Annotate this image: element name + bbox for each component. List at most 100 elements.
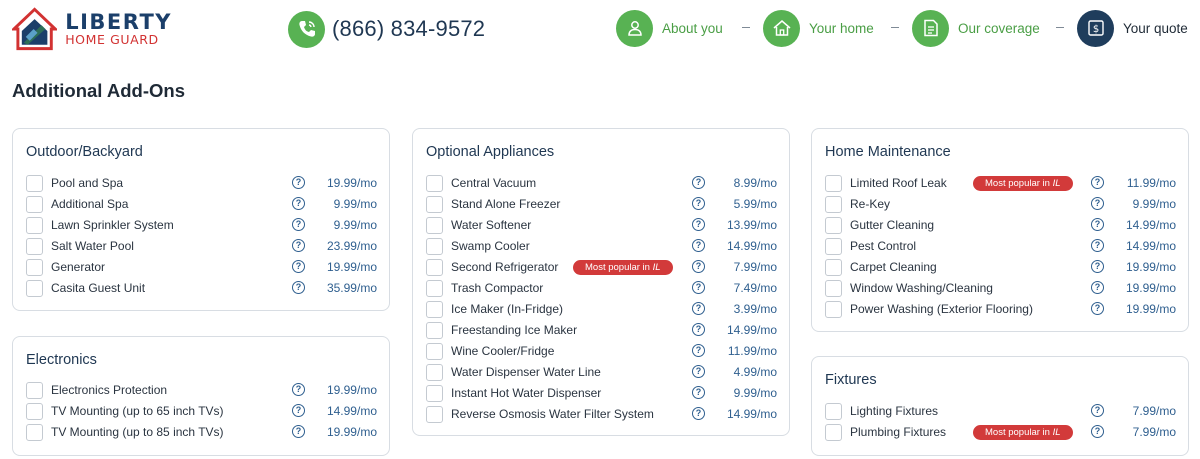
addon-row[interactable]: Central Vacuum? 8.99/mo — [426, 175, 777, 193]
help-icon[interactable]: ? — [1091, 239, 1104, 252]
addon-row[interactable]: Plumbing Fixtures Most popular in IL? 7.99… — [825, 424, 1176, 442]
help-icon[interactable]: ? — [692, 365, 705, 378]
help-icon[interactable]: ? — [292, 383, 305, 396]
addon-checkbox[interactable] — [426, 364, 443, 381]
help-icon[interactable]: ? — [692, 281, 705, 294]
help-icon[interactable]: ? — [1091, 176, 1104, 189]
help-icon[interactable]: ? — [292, 218, 305, 231]
addon-checkbox[interactable] — [825, 196, 842, 213]
help-icon[interactable]: ? — [1091, 281, 1104, 294]
addon-checkbox[interactable] — [426, 280, 443, 297]
help-icon[interactable]: ? — [292, 239, 305, 252]
addon-row[interactable]: Water Softener? 13.99/mo — [426, 217, 777, 235]
addon-checkbox[interactable] — [426, 238, 443, 255]
addon-checkbox[interactable] — [426, 196, 443, 213]
addon-row[interactable]: Limited Roof Leak Most popular in IL? 11.9… — [825, 175, 1176, 193]
addon-checkbox[interactable] — [26, 403, 43, 420]
addon-row[interactable]: Casita Guest Unit? 35.99/mo — [26, 280, 377, 298]
addon-checkbox[interactable] — [426, 406, 443, 423]
step-your-home[interactable]: Your home — [763, 9, 874, 47]
addon-row[interactable]: Second Refrigerator Most popular in IL? 7.… — [426, 259, 777, 277]
addon-row[interactable]: Ice Maker (In-Fridge)? 3.99/mo — [426, 301, 777, 319]
addon-checkbox[interactable] — [825, 403, 842, 420]
help-icon[interactable]: ? — [292, 404, 305, 417]
help-icon[interactable]: ? — [692, 344, 705, 357]
help-icon[interactable]: ? — [292, 281, 305, 294]
addon-checkbox[interactable] — [26, 424, 43, 441]
help-icon[interactable]: ? — [692, 407, 705, 420]
addon-checkbox[interactable] — [26, 280, 43, 297]
help-icon[interactable]: ? — [692, 260, 705, 273]
help-icon[interactable]: ? — [1091, 404, 1104, 417]
liberty-home-guard-logo[interactable]: LIBERTY HOME GUARD — [12, 7, 172, 51]
addon-row[interactable]: Lawn Sprinkler System? 9.99/mo — [26, 217, 377, 235]
addon-row[interactable]: Pool and Spa? 19.99/mo — [26, 175, 377, 193]
addon-row[interactable]: Instant Hot Water Dispenser? 9.99/mo — [426, 385, 777, 403]
help-icon[interactable]: ? — [1091, 425, 1104, 438]
addon-checkbox[interactable] — [26, 382, 43, 399]
addon-row[interactable]: Freestanding Ice Maker? 14.99/mo — [426, 322, 777, 340]
addon-checkbox[interactable] — [825, 424, 842, 441]
addon-row[interactable]: Electronics Protection? 19.99/mo — [26, 382, 377, 400]
help-icon[interactable]: ? — [692, 302, 705, 315]
house-icon — [763, 9, 800, 47]
addon-checkbox[interactable] — [426, 259, 443, 276]
addon-checkbox[interactable] — [825, 238, 842, 255]
addon-checkbox[interactable] — [825, 217, 842, 234]
help-icon[interactable]: ? — [292, 260, 305, 273]
addon-checkbox[interactable] — [26, 238, 43, 255]
addon-row[interactable]: Trash Compactor? 7.49/mo — [426, 280, 777, 298]
addon-row[interactable]: Power Washing (Exterior Flooring)? 19.99/… — [825, 301, 1176, 319]
addon-row[interactable]: Gutter Cleaning? 14.99/mo — [825, 217, 1176, 235]
help-icon[interactable]: ? — [692, 239, 705, 252]
addon-checkbox[interactable] — [825, 175, 842, 192]
addon-row[interactable]: Reverse Osmosis Water Filter System? 14.9… — [426, 406, 777, 424]
addon-checkbox[interactable] — [26, 196, 43, 213]
help-icon[interactable]: ? — [1091, 302, 1104, 315]
addon-row[interactable]: Swamp Cooler? 14.99/mo — [426, 238, 777, 256]
help-icon[interactable]: ? — [1091, 218, 1104, 231]
addon-checkbox[interactable] — [426, 175, 443, 192]
help-icon[interactable]: ? — [292, 176, 305, 189]
help-icon[interactable]: ? — [692, 176, 705, 189]
addon-checkbox[interactable] — [426, 322, 443, 339]
addon-row[interactable]: Window Washing/Cleaning? 19.99/mo — [825, 280, 1176, 298]
addon-row[interactable]: TV Mounting (up to 65 inch TVs)? 14.99/mo — [26, 403, 377, 421]
addon-row[interactable]: Wine Cooler/Fridge? 11.99/mo — [426, 343, 777, 361]
help-icon[interactable]: ? — [292, 197, 305, 210]
step-our-coverage[interactable]: Our coverage — [912, 9, 1040, 47]
addon-row[interactable]: Generator? 19.99/mo — [26, 259, 377, 277]
phone-icon — [288, 10, 325, 48]
addon-row[interactable]: Re-Key? 9.99/mo — [825, 196, 1176, 214]
help-icon[interactable]: ? — [1091, 197, 1104, 210]
step-your-quote[interactable]: $ Your quote — [1077, 9, 1188, 47]
addon-checkbox[interactable] — [426, 385, 443, 402]
addon-row[interactable]: Pest Control? 14.99/mo — [825, 238, 1176, 256]
addon-checkbox[interactable] — [426, 301, 443, 318]
help-icon[interactable]: ? — [1091, 260, 1104, 273]
addon-checkbox[interactable] — [26, 175, 43, 192]
addon-row[interactable]: Carpet Cleaning? 19.99/mo — [825, 259, 1176, 277]
addon-row[interactable]: Water Dispenser Water Line? 4.99/mo — [426, 364, 777, 382]
phone-contact[interactable]: (866) 834-9572 — [288, 10, 485, 48]
addon-checkbox[interactable] — [426, 217, 443, 234]
addon-row[interactable]: Additional Spa? 9.99/mo — [26, 196, 377, 214]
help-icon[interactable]: ? — [692, 197, 705, 210]
addon-checkbox[interactable] — [26, 217, 43, 234]
addon-checkbox[interactable] — [825, 301, 842, 318]
addon-checkbox[interactable] — [426, 343, 443, 360]
addon-checkbox[interactable] — [26, 259, 43, 276]
addon-row[interactable]: TV Mounting (up to 85 inch TVs)? 19.99/mo — [26, 424, 377, 442]
phone-number[interactable]: (866) 834-9572 — [332, 16, 485, 42]
help-icon[interactable]: ? — [692, 218, 705, 231]
addon-row[interactable]: Lighting Fixtures? 7.99/mo — [825, 403, 1176, 421]
help-icon[interactable]: ? — [692, 323, 705, 336]
addon-row[interactable]: Salt Water Pool? 23.99/mo — [26, 238, 377, 256]
addon-label: Gutter Cleaning — [850, 218, 935, 232]
addon-row[interactable]: Stand Alone Freezer? 5.99/mo — [426, 196, 777, 214]
addon-checkbox[interactable] — [825, 259, 842, 276]
help-icon[interactable]: ? — [692, 386, 705, 399]
step-about-you[interactable]: About you — [616, 9, 723, 47]
help-icon[interactable]: ? — [292, 425, 305, 438]
addon-checkbox[interactable] — [825, 280, 842, 297]
